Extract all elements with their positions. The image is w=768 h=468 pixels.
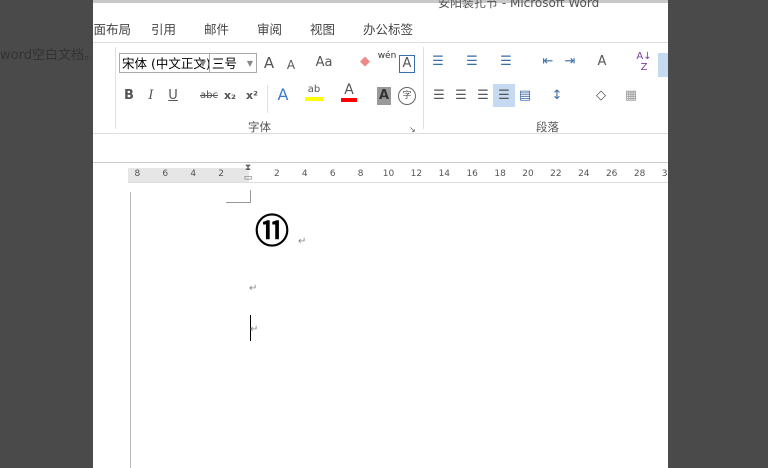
paragraph-mark: ↵ <box>249 283 258 294</box>
ruler-number: 8 <box>134 169 141 179</box>
background-document-text: word空白文档。 <box>0 48 97 63</box>
ruler-number: 30 <box>661 169 668 179</box>
grow-font-button[interactable]: A <box>261 54 277 72</box>
ruler-number: 12 <box>410 169 423 179</box>
justify-icon[interactable]: ☰ <box>493 84 515 107</box>
sort-icon[interactable]: A↓ Z <box>635 51 653 73</box>
ruler-number: 24 <box>578 169 590 179</box>
ruler-number: 2 <box>274 169 280 179</box>
ruler-number: 28 <box>633 169 646 179</box>
underline-button[interactable]: U <box>167 87 179 105</box>
chinese-layout-icon[interactable]: A <box>593 53 611 71</box>
multilevel-list-icon[interactable]: ☰ <box>497 53 515 71</box>
ribbon: 宋体 (中文正文) ▼ 三号 ▼ A A Aa ◆ wén A B I U abc … <box>93 42 668 134</box>
font-dialog-launcher-icon[interactable]: ↘ <box>409 121 416 139</box>
tab-review[interactable]: 审阅 <box>257 19 282 38</box>
ruler-number: 6 <box>329 169 336 179</box>
font-name-select[interactable]: 宋体 (中文正文) ▼ <box>119 53 210 73</box>
phonetic-guide-button[interactable]: wén <box>377 51 397 61</box>
ruler-number: 16 <box>466 169 478 179</box>
char-border-button[interactable]: A <box>399 55 415 73</box>
paragraph-mark: ↵ <box>250 324 259 335</box>
increase-indent-icon[interactable]: ⇥ <box>561 53 579 71</box>
bullets-icon[interactable]: ☰ <box>429 53 447 71</box>
paragraph-shading-icon[interactable]: ◇ <box>593 87 609 105</box>
tab-mailings[interactable]: 邮件 <box>204 19 229 38</box>
tab-references[interactable]: 引用 <box>151 19 176 38</box>
indent-marker-icon[interactable]: ⧗ ▭ <box>243 163 253 183</box>
ruler-number: 22 <box>550 169 562 179</box>
ruler-number: 10 <box>382 169 395 179</box>
align-right-icon[interactable]: ☰ <box>475 87 491 105</box>
line-spacing-icon[interactable]: ↕ <box>549 87 565 105</box>
subscript-button[interactable]: x₂ <box>223 87 237 105</box>
superscript-button[interactable]: x² <box>245 87 259 105</box>
enclose-char-button[interactable]: 字 <box>398 87 416 105</box>
numbering-icon[interactable]: ☰ <box>463 53 481 71</box>
highlight-button[interactable]: ab <box>305 83 323 101</box>
word-window: 安阳装扎节 - Microsoft Word 页面布局 引用 邮件 审阅 视图 … <box>93 0 668 468</box>
borders-icon[interactable]: ▦ <box>623 87 639 105</box>
italic-button[interactable]: I <box>145 87 157 105</box>
ruler-number: 8 <box>357 169 364 179</box>
window-title: 安阳装扎节 - Microsoft Word <box>438 0 600 10</box>
tab-layout[interactable]: 页面布局 <box>93 19 131 38</box>
ruler-number: 6 <box>162 169 169 179</box>
shrink-font-button[interactable]: A <box>283 56 299 74</box>
paragraph-group-label: 段落 <box>536 120 559 134</box>
ruler-number: 14 <box>438 169 451 179</box>
eraser-icon[interactable]: ◆ <box>357 53 373 71</box>
align-left-icon[interactable]: ☰ <box>431 87 447 105</box>
ruler-number: 20 <box>522 169 534 179</box>
char-shading-button[interactable]: A <box>377 87 391 105</box>
tab-view[interactable]: 视图 <box>310 19 335 38</box>
ruler-number: 2 <box>218 169 224 179</box>
horizontal-ruler[interactable]: 864224681012141618202224262830 <box>128 168 668 183</box>
font-color-button[interactable]: A <box>341 83 357 102</box>
strikethrough-button[interactable]: abc <box>199 87 219 105</box>
font-group-label: 字体 <box>248 120 271 134</box>
align-center-icon[interactable]: ☰ <box>453 87 469 105</box>
paragraph-mark: ↵ <box>298 236 307 247</box>
text-effects-button[interactable]: A <box>275 86 291 104</box>
ruler-number: 26 <box>605 169 618 179</box>
ruler-number: 4 <box>190 169 197 179</box>
ruler-number: 18 <box>494 169 506 179</box>
change-case-button[interactable]: Aa <box>313 54 335 72</box>
distributed-icon[interactable]: ▤ <box>517 87 533 105</box>
bold-button[interactable]: B <box>123 87 135 105</box>
tab-office-tabs[interactable]: 办公标签 <box>363 19 413 38</box>
page-margin-line <box>130 192 131 468</box>
document-text[interactable]: ⑪ <box>255 212 289 252</box>
font-size-select[interactable]: 三号 ▼ <box>209 53 257 73</box>
ruler-number: 4 <box>301 169 308 179</box>
decrease-indent-icon[interactable]: ⇤ <box>539 53 557 71</box>
